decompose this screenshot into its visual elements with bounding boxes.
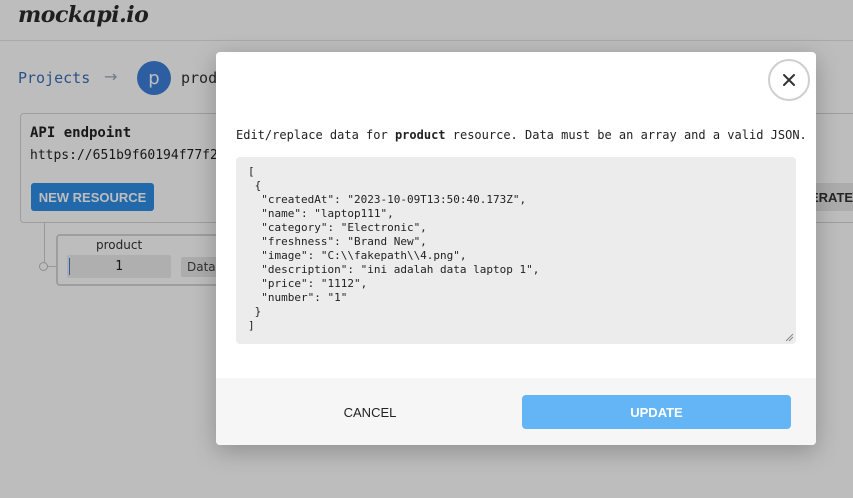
- modal-description: Edit/replace data for product resource. …: [236, 128, 807, 142]
- desc-resource-name: product: [394, 128, 446, 142]
- edit-data-modal: Edit/replace data for product resource. …: [216, 52, 816, 445]
- close-icon: [783, 74, 795, 86]
- cancel-button[interactable]: CANCEL: [300, 395, 440, 429]
- desc-prefix: Edit/replace data for: [236, 128, 395, 142]
- update-button[interactable]: UPDATE: [522, 395, 791, 429]
- json-data-text[interactable]: [ { "createdAt": "2023-10-09T13:50:40.17…: [236, 157, 796, 341]
- resize-handle-icon[interactable]: [785, 333, 794, 342]
- close-button[interactable]: [768, 59, 810, 101]
- json-data-textarea[interactable]: [ { "createdAt": "2023-10-09T13:50:40.17…: [236, 157, 796, 344]
- modal-footer: CANCEL UPDATE: [216, 378, 816, 445]
- desc-suffix: resource. Data must be an array and a va…: [445, 128, 807, 142]
